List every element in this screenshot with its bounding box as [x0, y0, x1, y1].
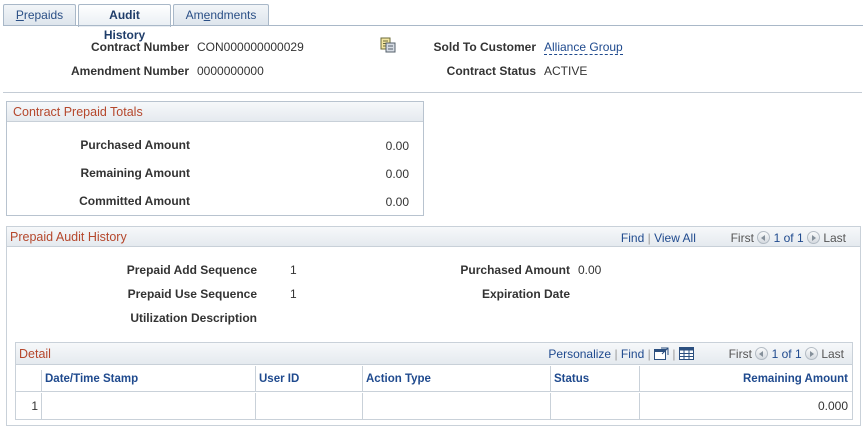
- view-in-new-window-icon[interactable]: [654, 347, 669, 363]
- prepaid-use-sequence-value: 1: [290, 287, 297, 301]
- contract-details-icon[interactable]: [379, 37, 397, 53]
- amendment-number-label: Amendment Number: [70, 64, 189, 78]
- tab-audit-history[interactable]: Audit History: [78, 4, 171, 42]
- contract-status-value: ACTIVE: [544, 64, 588, 78]
- detail-personalize-link[interactable]: Personalize: [548, 347, 611, 361]
- detail-find-link[interactable]: Find: [621, 347, 644, 361]
- detail-header-row: Date/Time Stamp User ID Action Type Stat…: [16, 366, 852, 392]
- sold-to-customer-link[interactable]: Alliance Group: [544, 40, 623, 55]
- sold-to-customer-label: Sold To Customer: [433, 40, 536, 54]
- detail-nav-separator: |: [614, 347, 618, 361]
- audit-first-label: First: [730, 231, 754, 245]
- detail-grid: Detail Personalize | Find | | First 1 of…: [15, 342, 853, 420]
- prepaid-add-sequence-label: Prepaid Add Sequence: [126, 263, 257, 277]
- audit-next-icon[interactable]: [806, 231, 820, 244]
- amendment-number-value: 0000000000: [197, 64, 264, 78]
- download-spreadsheet-icon[interactable]: [678, 347, 694, 363]
- detail-page-indicator: 1 of 1: [771, 347, 802, 361]
- prepaid-add-sequence-value: 1: [290, 263, 297, 277]
- column-header-datetime[interactable]: Date/Time Stamp: [42, 366, 256, 392]
- prepaid-use-sequence-label: Prepaid Use Sequence: [127, 287, 257, 301]
- cell-datetime: [42, 393, 256, 419]
- detail-last-label: Last: [821, 347, 844, 361]
- totals-committed-value: 0.00: [385, 195, 409, 209]
- totals-remaining-value: 0.00: [385, 167, 409, 181]
- cell-user-id: [256, 393, 363, 419]
- contract-number-label: Contract Number: [90, 40, 189, 54]
- nav-separator-3: |: [672, 347, 676, 361]
- audit-find-link[interactable]: Find: [621, 231, 644, 245]
- column-header-remaining-amount[interactable]: Remaining Amount: [640, 366, 852, 392]
- audit-prev-icon[interactable]: [757, 231, 771, 244]
- detail-title: Detail: [19, 347, 51, 361]
- row-number-header: [16, 370, 42, 392]
- expiration-date-label: Expiration Date: [481, 287, 570, 301]
- row-number: 1: [16, 393, 42, 419]
- utilization-description-label: Utilization Description: [130, 311, 257, 325]
- contract-number-value: CON000000000029: [197, 40, 304, 54]
- tab-divider: [3, 25, 863, 26]
- detail-nav: Personalize | Find | | First 1 of 1 Last: [548, 347, 844, 363]
- tab-prepaids-label: Prepaids: [15, 8, 64, 22]
- audit-nav: Find | View All First 1 of 1 Last: [621, 231, 846, 245]
- detail-prev-icon[interactable]: [755, 347, 769, 360]
- cell-remaining-amount: 0.000: [817, 399, 848, 413]
- audit-last-label: Last: [823, 231, 846, 245]
- prepaid-audit-history-title-text: Prepaid Audit History: [10, 230, 127, 244]
- totals-purchased-label: Purchased Amount: [80, 138, 190, 152]
- detail-nav-separator-2: |: [647, 347, 651, 361]
- detail-next-icon[interactable]: [804, 347, 818, 360]
- audit-purchased-amount-label: Purchased Amount: [460, 263, 570, 277]
- contract-prepaid-totals-box: Contract Prepaid Totals Purchased Amount…: [6, 101, 424, 216]
- prepaid-audit-history-box: Prepaid Audit History Find | View All Fi…: [6, 226, 861, 426]
- tab-prepaids[interactable]: Prepaids: [3, 4, 76, 26]
- column-header-action-type[interactable]: Action Type: [363, 366, 551, 392]
- audit-nav-separator: |: [647, 231, 651, 245]
- totals-remaining-label: Remaining Amount: [80, 166, 190, 180]
- contract-status-label: Contract Status: [446, 64, 536, 78]
- cell-status: [551, 393, 640, 419]
- cell-action-type: [363, 393, 551, 419]
- tab-amendments-label: Amendments: [185, 8, 257, 22]
- column-header-status[interactable]: Status: [551, 366, 640, 392]
- header-divider: [3, 92, 862, 93]
- audit-purchased-amount-value: 0.00: [578, 263, 602, 277]
- totals-purchased-value: 0.00: [385, 139, 409, 153]
- tab-amendments[interactable]: Amendments: [173, 4, 269, 26]
- audit-page-indicator: 1 of 1: [773, 231, 804, 245]
- detail-first-label: First: [728, 347, 752, 361]
- table-row: 1 0.000: [16, 393, 852, 419]
- audit-view-all-link[interactable]: View All: [654, 231, 696, 245]
- totals-committed-label: Committed Amount: [79, 194, 190, 208]
- row-number-text: 1: [31, 399, 38, 413]
- column-header-user-id[interactable]: User ID: [256, 366, 363, 392]
- contract-prepaid-totals-title: Contract Prepaid Totals: [7, 102, 423, 122]
